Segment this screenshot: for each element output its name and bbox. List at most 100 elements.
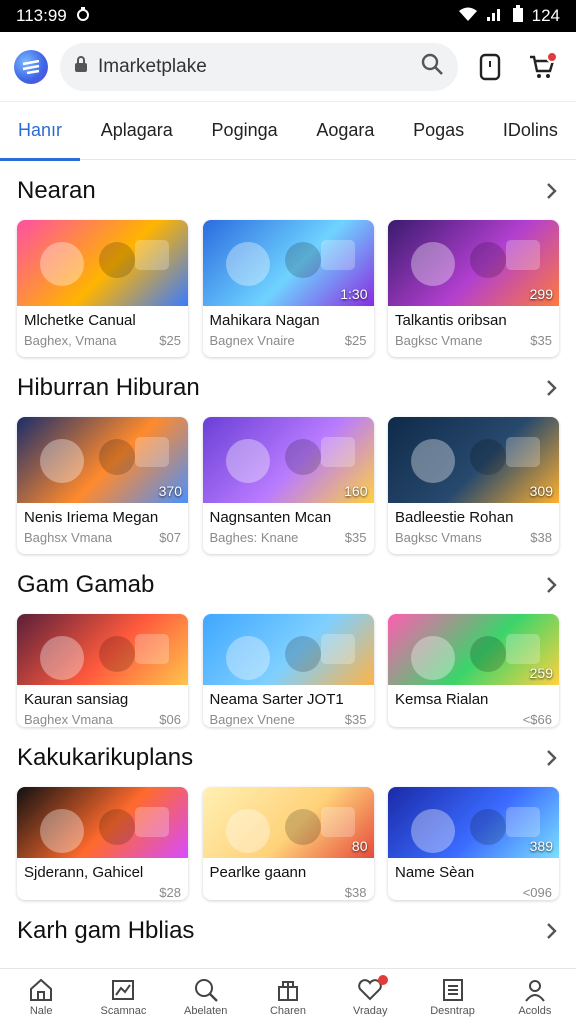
chevron-right-icon[interactable]	[545, 748, 559, 768]
product-meta: Bagksc Vmans $38	[395, 530, 552, 545]
notification-icon	[75, 6, 91, 27]
status-time: 113:99	[16, 6, 67, 25]
nav-home[interactable]: Nale	[9, 977, 73, 1017]
search-icon[interactable]	[420, 52, 444, 82]
thumb-label: 80	[351, 838, 368, 854]
nav-label: Vraday	[353, 1004, 388, 1017]
nav-store[interactable]: Charen	[256, 977, 320, 1017]
product-seller: Baghes: Knane	[209, 530, 299, 545]
product-title: Kemsa Rialan	[395, 691, 489, 708]
product-price: $25	[159, 333, 181, 348]
nav-scan[interactable]: Scamnac	[91, 977, 155, 1017]
product-card[interactable]: Kauran sansiag Baghex Vmana $06	[17, 614, 188, 727]
device-icon[interactable]	[470, 47, 510, 87]
product-card[interactable]: 80 Pearlke gaann $38	[202, 787, 374, 900]
nav-list[interactable]: Desntrap	[421, 977, 485, 1017]
game-art	[17, 614, 188, 685]
chevron-right-icon[interactable]	[545, 181, 559, 201]
product-card[interactable]: 389 Name Sèan <096	[388, 787, 559, 900]
product-meta: $28	[24, 885, 181, 900]
thumb-label: 160	[344, 483, 368, 499]
product-price: $35	[530, 333, 552, 348]
tab-3[interactable]: Aogara	[316, 102, 374, 160]
nav-label: Abelaten	[183, 1004, 228, 1017]
app-logo[interactable]	[14, 49, 48, 84]
product-card[interactable]: Neama Sarter JOT1 Bagnex Vnene $35	[202, 614, 374, 727]
card-body: Mahikara Nagan Bagnex Vnaire $25	[203, 306, 374, 348]
product-seller: Bagnex Vnene	[209, 712, 295, 727]
nav-account[interactable]: Acolds	[503, 977, 567, 1017]
card-body: Mlchetke Canual Baghex, Vmana $25	[17, 306, 188, 348]
section-header[interactable]: Nearan	[17, 162, 559, 220]
product-card[interactable]: 370 Nenis Iriema Megan Baghsx Vmana $07	[17, 417, 188, 554]
section-title: Karh gam Hblias	[17, 917, 195, 944]
tab-0[interactable]: Hanır	[0, 102, 81, 161]
section-header[interactable]: Karh gam Hblias	[17, 902, 559, 960]
product-thumbnail[interactable]	[17, 787, 188, 858]
product-thumbnail[interactable]	[17, 614, 188, 685]
main-content: Nearan Mlchetke Canual Baghex, Vmana $25 1:3…	[0, 162, 576, 960]
user-icon	[525, 979, 545, 1002]
tab-5[interactable]: IDolins	[503, 102, 558, 160]
tab-4[interactable]: Pogas	[413, 102, 464, 160]
status-bar: 113:99 124	[0, 0, 576, 32]
product-card[interactable]: 299 Talkantis oribsan Bagksc Vmane $35	[388, 220, 559, 357]
card-body: Pearlke gaann $38	[203, 858, 374, 900]
cart-badge	[546, 50, 558, 63]
product-price: $35	[344, 530, 367, 545]
nav-label: Desntrap	[430, 1004, 475, 1017]
product-price: <$66	[522, 712, 552, 727]
product-meta: Baghex Vmana $06	[24, 712, 181, 727]
nav-favorites[interactable]: Vraday	[338, 974, 402, 1017]
product-price: $38	[344, 885, 367, 900]
product-thumbnail[interactable]: 160	[202, 417, 374, 503]
nav-search[interactable]: Abelaten	[174, 977, 238, 1017]
card-row: Kauran sansiag Baghex Vmana $06 Neama Sarte…	[17, 614, 559, 727]
product-meta: Baghex, Vmana $25	[24, 333, 181, 348]
product-seller: Bagksc Vmans	[395, 530, 482, 545]
product-thumbnail[interactable]	[202, 614, 374, 685]
product-card[interactable]: 309 Badleestie Rohan Bagksc Vmans $38	[388, 417, 559, 554]
nav-label: Acolds	[518, 1004, 552, 1017]
chevron-right-icon[interactable]	[545, 378, 559, 398]
store-icon	[277, 980, 298, 1001]
thumb-label: 309	[529, 483, 553, 499]
product-card[interactable]: Sjderann, Gahicel $28	[17, 787, 188, 900]
product-meta: <$66	[395, 712, 552, 727]
search-bar[interactable]: Imarketplake	[60, 42, 458, 91]
battery-level: 124	[531, 6, 560, 25]
product-title: Badleestie Rohan	[395, 509, 514, 526]
chevron-right-icon[interactable]	[545, 921, 559, 941]
card-body: Name Sèan <096	[388, 858, 559, 900]
game-art	[17, 220, 188, 306]
search-input[interactable]: Imarketplake	[98, 56, 410, 78]
product-price: <096	[522, 885, 552, 900]
product-thumbnail[interactable]: 1:30	[202, 220, 374, 306]
product-price: $28	[159, 885, 181, 900]
section-header[interactable]: Kakukarikuplans	[17, 729, 559, 787]
product-card[interactable]: Mlchetke Canual Baghex, Vmana $25	[17, 220, 188, 357]
product-meta: <096	[395, 885, 552, 900]
product-card[interactable]: 160 Nagnsanten Mcan Baghes: Knane $35	[202, 417, 374, 554]
product-price: $07	[159, 530, 181, 545]
tab-1[interactable]: Aplagara	[101, 102, 173, 160]
product-card[interactable]: 1:30 Mahikara Nagan Bagnex Vnaire $25	[202, 220, 374, 357]
product-thumbnail[interactable]: 80	[202, 787, 374, 858]
product-thumbnail[interactable]: 370	[17, 417, 188, 503]
product-thumbnail[interactable]: 299	[388, 220, 559, 306]
card-body: Kemsa Rialan <$66	[388, 685, 559, 727]
product-meta: Bagnex Vnaire $25	[210, 333, 367, 348]
tab-2[interactable]: Poginga	[212, 102, 278, 160]
product-card[interactable]: 259 Kemsa Rialan <$66	[388, 614, 559, 727]
product-thumbnail[interactable]: 259	[388, 614, 559, 685]
nav-label: Charen	[269, 1004, 307, 1017]
lock-icon	[74, 55, 88, 79]
product-thumbnail[interactable]: 389	[388, 787, 559, 858]
section-header[interactable]: Gam Gamab	[17, 556, 559, 614]
chevron-right-icon[interactable]	[545, 575, 559, 595]
product-thumbnail[interactable]: 309	[388, 417, 559, 503]
section-header[interactable]: Hiburran Hiburan	[17, 359, 559, 417]
signal-icon	[486, 6, 504, 27]
product-thumbnail[interactable]	[17, 220, 188, 306]
cart-icon[interactable]	[522, 47, 562, 87]
